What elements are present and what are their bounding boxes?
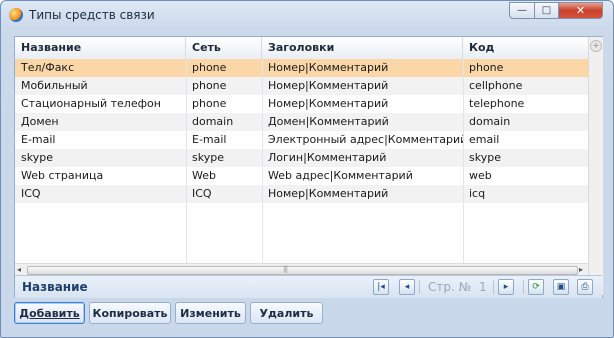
cell-network: ICQ [192, 187, 212, 200]
table-row[interactable]: Мобильный phone Номер|Комментарий cellphone [15, 77, 588, 95]
delete-button[interactable]: Удалить [250, 302, 323, 324]
cell-network: Web [192, 169, 216, 182]
pager-separator [419, 280, 420, 294]
cell-name: Мобильный [21, 79, 88, 92]
cell-network: domain [192, 115, 234, 128]
cell-name: Стационарный телефон [21, 97, 161, 110]
cell-name: Домен [21, 115, 59, 128]
add-button[interactable]: Добавить [14, 302, 85, 324]
vertical-scrollbar[interactable]: + [588, 37, 603, 295]
table-row[interactable]: Домен domain Домен|Комментарий domain [15, 113, 588, 131]
cell-headers: Номер|Комментарий [268, 61, 389, 74]
cell-headers: Домен|Комментарий [268, 115, 389, 128]
minimize-button[interactable]: — [509, 2, 535, 19]
cell-headers: Номер|Комментарий [268, 187, 389, 200]
cell-code: skype [469, 151, 501, 164]
pager-separator [493, 280, 494, 294]
cell-headers: Электронный адрес|Комментарий [268, 133, 463, 146]
maximize-button[interactable]: □ [534, 2, 559, 19]
column-divider [186, 59, 187, 263]
prev-page-button[interactable]: ◂ [399, 279, 415, 295]
cell-network: phone [192, 97, 227, 110]
scroll-left-icon[interactable]: ◂ [17, 265, 21, 274]
page-label: Стр. № [428, 280, 472, 294]
grid-rows: Тел/Факс phone Номер|Комментарий phone Мобил… [15, 59, 588, 264]
edit-button[interactable]: Изменить [175, 302, 246, 324]
cell-name: E-mail [21, 133, 56, 146]
cell-network: phone [192, 61, 227, 74]
cell-code: web [469, 169, 492, 182]
print-icon[interactable]: ⎙ [577, 279, 593, 295]
table-row[interactable]: skype skype Логин|Комментарий skype [15, 149, 588, 167]
refresh-icon[interactable]: ⟳ [528, 279, 544, 295]
cell-name: Web страница [21, 169, 104, 182]
column-divider [262, 59, 263, 263]
cell-name: Тел/Факс [21, 61, 75, 74]
column-header-name[interactable]: Название [15, 37, 186, 59]
scroll-grip-icon: ||| [283, 265, 288, 273]
scroll-right-icon[interactable]: ▸ [579, 265, 583, 274]
copy-button[interactable]: Копировать [89, 302, 171, 324]
table-row[interactable]: Web страница Web Web адрес|Комментарий web [15, 167, 588, 185]
grid-header: Название Сеть Заголовки Код [15, 37, 588, 60]
save-icon[interactable]: ▣ [553, 279, 569, 295]
page-number[interactable]: 1 [479, 280, 487, 294]
grid-footer: Название |◂ ◂ Стр. № 1 ▸ ⟳ ▣ ⎙ [15, 275, 602, 298]
cell-headers: Web адрес|Комментарий [268, 169, 413, 182]
app-globe-icon [9, 8, 23, 22]
footer-title: Название [22, 280, 88, 294]
cell-code: email [469, 133, 500, 146]
data-grid: Название Сеть Заголовки Код Тел/Факс phon… [14, 36, 603, 298]
column-header-code[interactable]: Код [463, 37, 588, 59]
cell-network: E-mail [192, 133, 227, 146]
first-page-button[interactable]: |◂ [373, 279, 389, 295]
add-column-icon[interactable]: + [590, 40, 602, 52]
column-header-network[interactable]: Сеть [186, 37, 262, 59]
cell-code: cellphone [469, 79, 523, 92]
table-row[interactable]: ICQ ICQ Номер|Комментарий icq [15, 185, 588, 203]
close-button[interactable]: ✕ [558, 2, 603, 19]
cell-code: icq [469, 187, 486, 200]
cell-network: skype [192, 151, 224, 164]
dialog-window: Типы средств связи — □ ✕ Название Сеть З… [0, 0, 614, 338]
cell-network: phone [192, 79, 227, 92]
cell-code: telephone [469, 97, 525, 110]
cell-name: skype [21, 151, 53, 164]
cell-code: phone [469, 61, 504, 74]
scroll-thumb[interactable] [27, 266, 578, 275]
table-row[interactable]: Тел/Факс phone Номер|Комментарий phone [15, 59, 588, 77]
cell-headers: Номер|Комментарий [268, 97, 389, 110]
next-page-button[interactable]: ▸ [498, 279, 514, 295]
title-bar[interactable]: Типы средств связи — □ ✕ [1, 1, 613, 29]
cell-headers: Логин|Комментарий [268, 151, 387, 164]
cell-headers: Номер|Комментарий [268, 79, 389, 92]
cell-code: domain [469, 115, 511, 128]
cell-name: ICQ [21, 187, 41, 200]
table-row[interactable]: E-mail E-mail Электронный адрес|Комментари… [15, 131, 588, 149]
pager-separator [523, 280, 524, 294]
add-button-label: Добавить [19, 306, 80, 320]
window-title: Типы средств связи [29, 8, 155, 22]
column-header-headers[interactable]: Заголовки [262, 37, 463, 59]
column-divider [463, 59, 464, 263]
table-row[interactable]: Стационарный телефон phone Номер|Комментар… [15, 95, 588, 113]
